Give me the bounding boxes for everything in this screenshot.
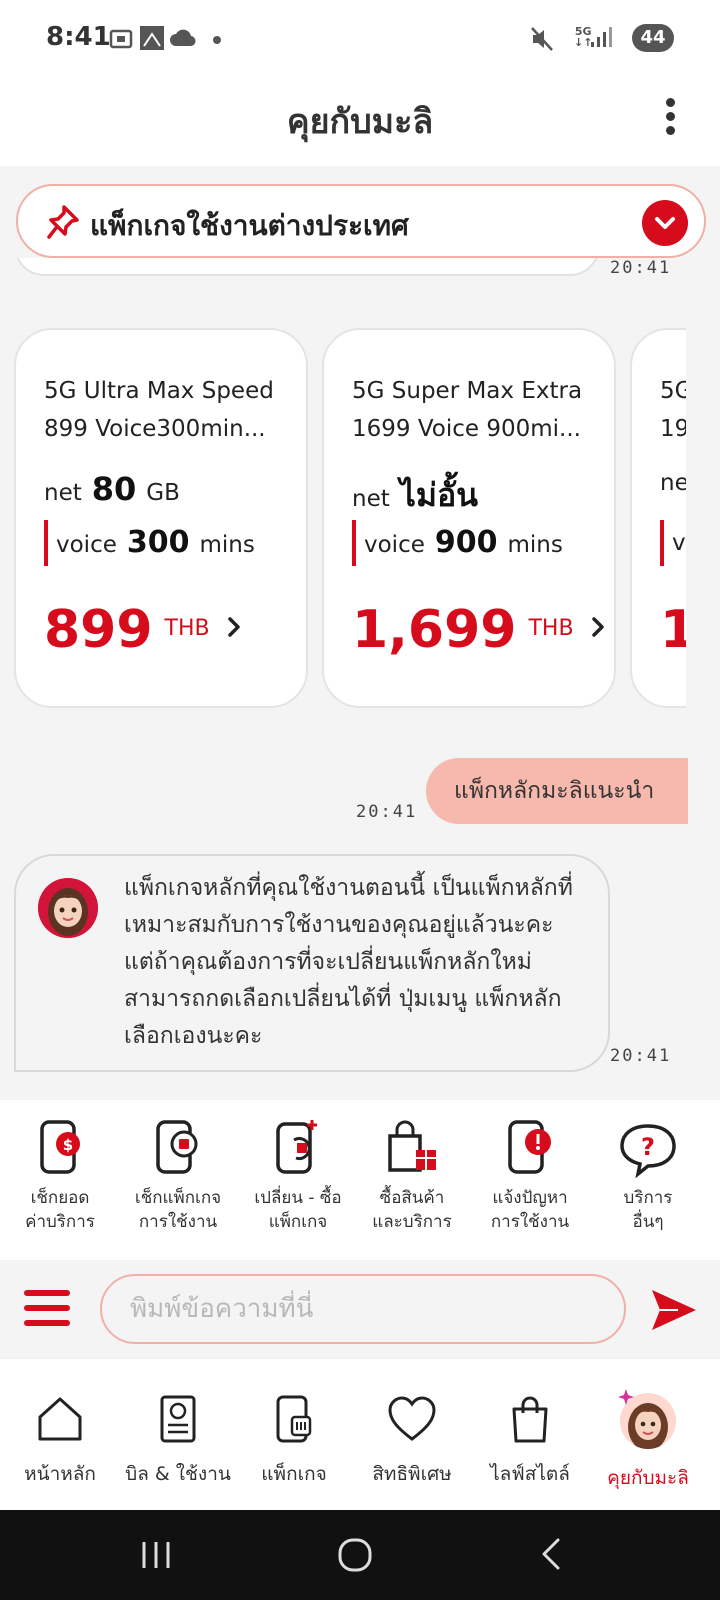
- message-input[interactable]: [100, 1274, 626, 1344]
- cloud-icon: [170, 29, 196, 47]
- quick-actions-bar: $ เช็กยอด ค่าบริการ เช็กแพ็กเกจ การใช้งา…: [0, 1100, 720, 1260]
- message-input-bar: [0, 1260, 720, 1358]
- nav-home[interactable]: หน้าหลัก: [0, 1393, 120, 1489]
- report-problem-icon: [508, 1120, 551, 1174]
- nav-package[interactable]: แพ็กเกจ: [234, 1393, 354, 1489]
- help-bubble-icon: ?: [620, 1124, 676, 1178]
- mali-avatar: [38, 878, 98, 938]
- svg-text:$: $: [63, 1136, 73, 1154]
- bot-message-bubble: แพ็กเกจหลักที่คุณใช้งานตอนนี้ เป็นแพ็กหล…: [14, 854, 610, 1072]
- nav-bill[interactable]: บิล & ใช้งาน: [118, 1393, 238, 1489]
- quick-action-other-services[interactable]: ? บริการ อื่นๆ: [588, 1118, 708, 1234]
- package-phone-icon: [156, 1120, 198, 1174]
- bottom-navigation: หน้าหลัก บิล & ใช้งาน แพ็กเกจ สิทธิพิเศษ…: [0, 1358, 720, 1510]
- quick-action-change-package[interactable]: เปลี่ยน - ซื้อ แพ็กเกจ: [238, 1118, 358, 1234]
- bill-icon: [160, 1395, 196, 1443]
- chevron-right-icon: [591, 617, 604, 637]
- battery-indicator: 44: [632, 24, 674, 52]
- package-card-partial[interactable]: 5G 19 ne vo 1: [630, 328, 686, 708]
- menu-icon[interactable]: [24, 1290, 70, 1335]
- pinned-topic-banner[interactable]: แพ็กเกจใช้งานต่างประเทศ: [16, 184, 706, 258]
- change-package-icon: [276, 1120, 317, 1174]
- quick-action-check-bill[interactable]: $ เช็กยอด ค่าบริการ: [0, 1118, 120, 1234]
- chevron-right-icon: [227, 617, 240, 637]
- pinned-topic-text: แพ็กเกจใช้งานต่างประเทศ: [90, 209, 409, 242]
- package-voice-allowance: voice 300 mins: [44, 520, 255, 566]
- send-icon[interactable]: [648, 1284, 700, 1336]
- package-price: 1,699 THB: [352, 600, 607, 660]
- quick-action-shop[interactable]: ซื้อสินค้า และบริการ: [352, 1118, 472, 1234]
- bot-message-timestamp: 20:41: [610, 1046, 672, 1066]
- package-card[interactable]: 5G Ultra Max Speed 899 Voice300min... ne…: [14, 328, 308, 708]
- bot-message-text: แพ็กเกจหลักที่คุณใช้งานตอนนี้ เป็นแพ็กหล…: [124, 875, 573, 1049]
- nav-lifestyle[interactable]: ไลฟ์สไตล์: [470, 1393, 590, 1489]
- nav-privileges[interactable]: สิทธิพิเศษ: [352, 1393, 472, 1489]
- package-title: 5G Ultra Max Speed 899 Voice300min...: [44, 378, 274, 442]
- user-message-bubble: แพ็กหลักมะลิแนะนำ: [426, 758, 688, 824]
- package-card[interactable]: 5G 19 ne vo 1: [630, 328, 686, 708]
- package-title: 5G 19: [660, 378, 686, 442]
- package-data-allowance: ne: [660, 470, 686, 496]
- page-title: คุยกับมะลิ: [286, 102, 434, 142]
- app-header: คุยกับมะลิ: [0, 76, 720, 166]
- previous-message-edge: [14, 258, 600, 276]
- status-bar: 8:41 5G ↓↑ 44: [0, 0, 720, 76]
- back-icon[interactable]: [532, 1532, 572, 1576]
- system-navigation-bar: [0, 1510, 720, 1600]
- notification-dot: [213, 36, 221, 44]
- user-message-timestamp: 20:41: [356, 802, 418, 822]
- chat-area[interactable]: 20:41 5G Ultra Max Speed 899 Voice300min…: [0, 258, 720, 1100]
- shopping-bag-icon: [512, 1396, 548, 1443]
- shopping-gift-icon: [388, 1120, 436, 1172]
- package-price: 899 THB: [44, 600, 243, 660]
- package-data-allowance: net 80 GB: [44, 470, 180, 508]
- heart-icon: [388, 1396, 436, 1441]
- home-button-icon[interactable]: [334, 1532, 378, 1576]
- pin-icon: [47, 205, 79, 239]
- image-icon: [140, 26, 164, 50]
- package-price: 1: [660, 600, 686, 660]
- package-card[interactable]: 5G Super Max Extra 1699 Voice 900mi... n…: [322, 328, 616, 708]
- chevron-down-icon: [655, 217, 675, 229]
- nav-chat-mali[interactable]: คุยกับมะลิ: [588, 1389, 708, 1493]
- quick-action-check-package[interactable]: เช็กแพ็กเกจ การใช้งาน: [118, 1118, 238, 1234]
- recent-apps-icon[interactable]: [136, 1532, 176, 1576]
- mute-icon: [531, 27, 553, 51]
- bill-phone-icon: $: [40, 1120, 80, 1174]
- home-icon: [38, 1397, 82, 1441]
- quick-action-report-problem[interactable]: แจ้งปัญหา การใช้งาน: [470, 1118, 590, 1234]
- expand-chevron-button[interactable]: [642, 200, 688, 246]
- more-options-icon[interactable]: [660, 98, 680, 138]
- package-voice-allowance: voice 900 mins: [352, 520, 563, 566]
- screenshot-icon: [109, 29, 133, 49]
- previous-timestamp: 20:41: [610, 258, 672, 278]
- package-data-allowance: net ไม่อั้น: [352, 476, 479, 514]
- package-voice-allowance: vo: [660, 520, 686, 566]
- package-title: 5G Super Max Extra 1699 Voice 900mi...: [352, 378, 583, 442]
- svg-text:?: ?: [641, 1133, 655, 1161]
- status-time: 8:41: [46, 22, 111, 52]
- sparkle-icon: [618, 1389, 634, 1405]
- package-icon: [276, 1395, 312, 1443]
- signal-icon: [591, 27, 612, 47]
